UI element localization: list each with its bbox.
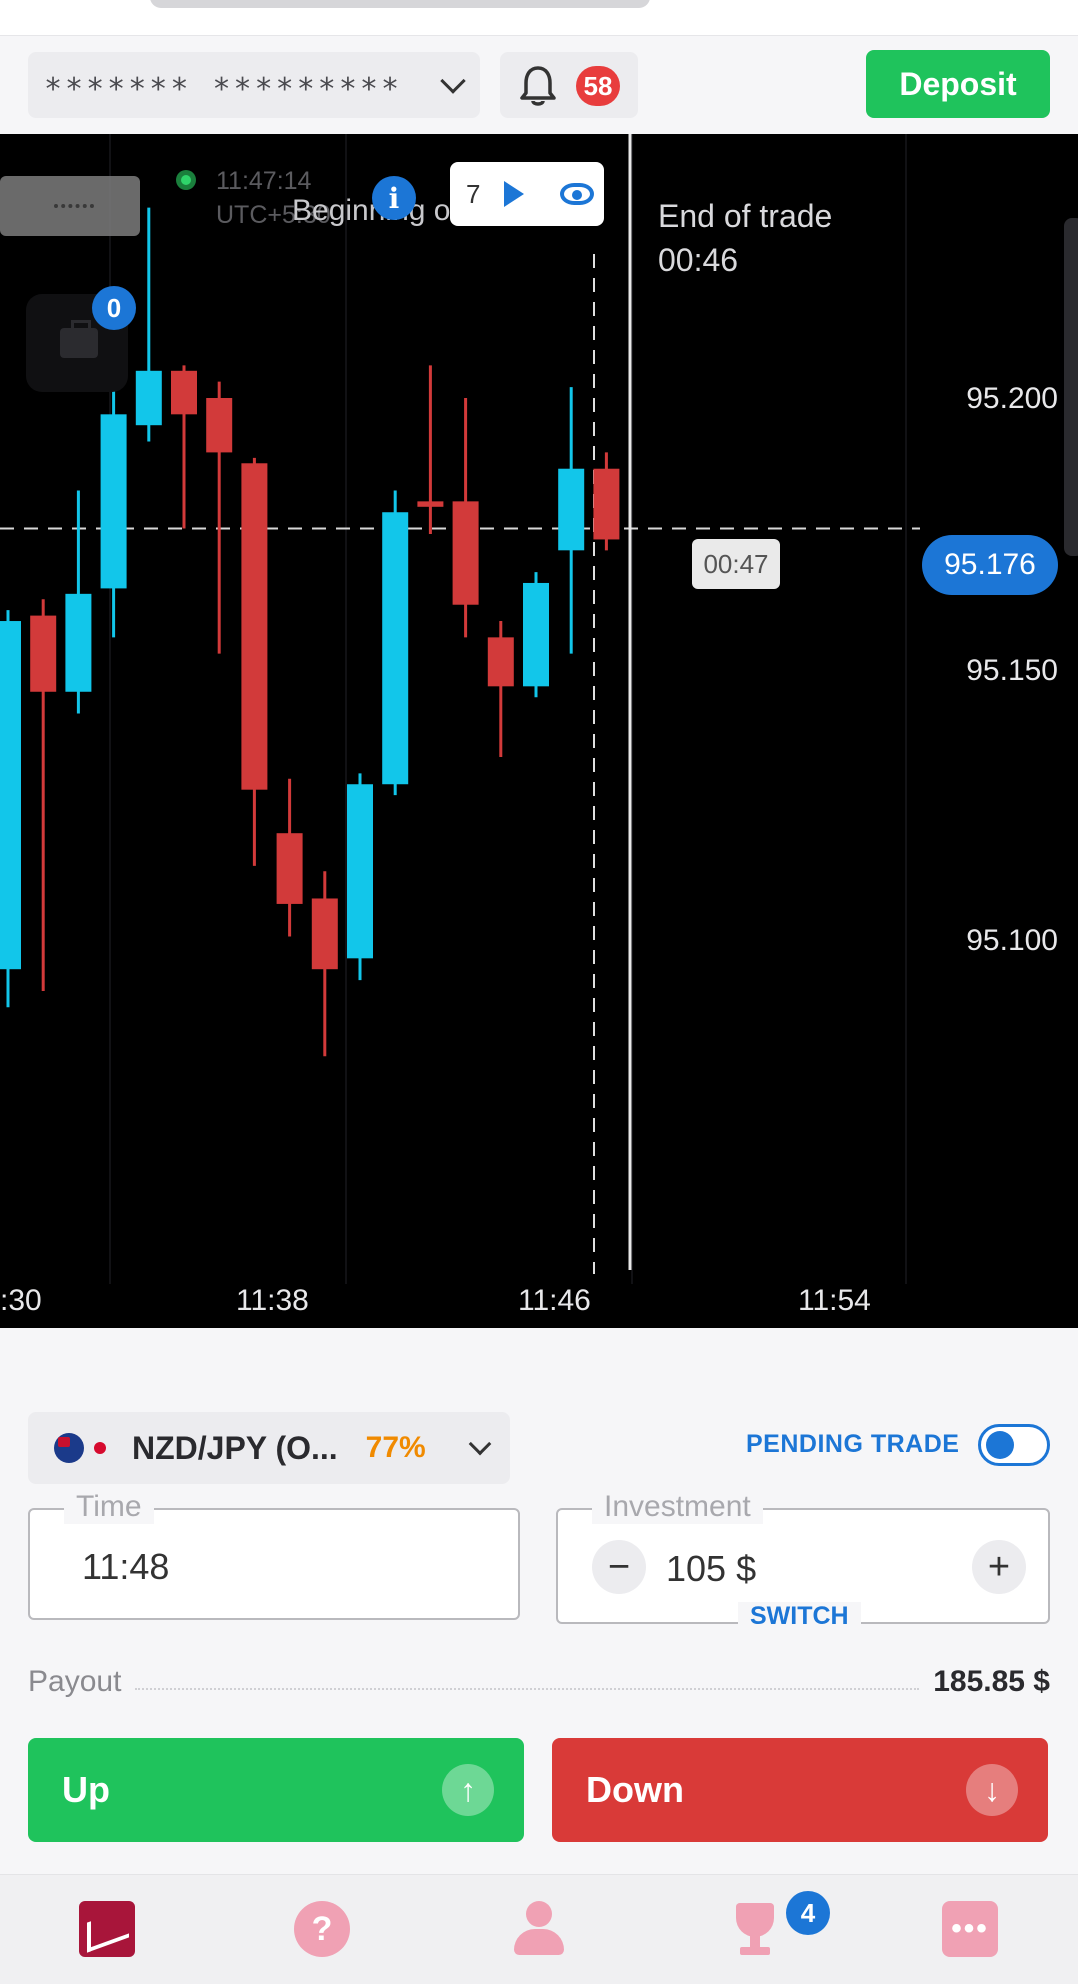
candle-body [347, 784, 373, 959]
decrease-investment-button[interactable]: − [592, 1540, 646, 1594]
info-icon[interactable]: i [372, 176, 416, 220]
notifications-button[interactable]: 58 [500, 52, 638, 118]
sheet-grabber[interactable] [150, 0, 650, 8]
investment-label: Investment [592, 1490, 763, 1524]
candle-body [417, 501, 444, 507]
candle-body [523, 582, 549, 687]
up-button[interactable]: Up ↑ [28, 1738, 524, 1842]
chevron-down-icon [468, 1432, 492, 1456]
increase-investment-button[interactable]: + [972, 1540, 1026, 1594]
end-of-trade-label: End of trade 00:46 [658, 194, 832, 282]
candle-body [30, 615, 57, 692]
arrow-up-icon: ↑ [442, 1764, 494, 1816]
time-label: Time [64, 1490, 154, 1524]
chevron-down-icon [440, 68, 466, 94]
top-header: ******* ********* 58 Deposit [0, 36, 1078, 134]
end-of-trade-countdown: 00:46 [658, 242, 739, 278]
end-of-trade-text: End of trade [658, 198, 833, 234]
investment-value: 105 $ [666, 1548, 757, 1589]
briefcase-icon [60, 320, 98, 358]
time-tick: 11:46 [518, 1284, 591, 1317]
nav-trophy-icon[interactable] [726, 1901, 782, 1957]
price-tick: 95.100 [966, 924, 1058, 957]
candle-body [558, 468, 585, 551]
live-status-dot [176, 170, 196, 190]
time-field[interactable]: Time 11:48 [28, 1490, 520, 1620]
price-tick: 95.150 [966, 654, 1058, 687]
asset-selector[interactable]: NZD/JPY (O... 77% [28, 1412, 510, 1484]
candle-body [487, 637, 514, 687]
pending-trade-toggle[interactable] [978, 1424, 1050, 1466]
trade-panel: NZD/JPY (O... 77% PENDING TRADE Time 11:… [0, 1328, 1078, 1868]
price-chart[interactable]: 11:47:14 UTC+5:30 Beginning of trade i 7… [0, 134, 1078, 1328]
account-masked-number: ******* ********* [44, 71, 403, 107]
chart-controls[interactable]: 7 [450, 162, 604, 226]
payout-divider [135, 1688, 920, 1690]
payout-row: Payout 185.85 $ [28, 1660, 1050, 1704]
time-tick: 11:38 [236, 1284, 309, 1317]
arrow-down-icon: ↓ [966, 1764, 1018, 1816]
play-icon[interactable] [504, 181, 524, 207]
pending-trade-label: PENDING TRADE [746, 1430, 960, 1458]
payout-value: 185.85 $ [933, 1665, 1050, 1698]
bottom-nav: ? 4 ••• [0, 1874, 1078, 1984]
nav-chart-icon[interactable] [79, 1901, 135, 1957]
time-tick: :30 [0, 1284, 42, 1317]
switch-button[interactable]: SWITCH [738, 1602, 861, 1631]
candle-body [135, 370, 162, 426]
trophy-badge: 4 [786, 1891, 830, 1935]
chart-side-handle[interactable] [1064, 218, 1078, 556]
candle-body [0, 621, 21, 970]
eye-icon[interactable] [560, 183, 594, 205]
time-value: 11:48 [82, 1546, 170, 1587]
clock-time: 11:47:14 [216, 167, 312, 195]
account-selector[interactable]: ******* ********* [28, 52, 480, 118]
nav-profile-icon[interactable] [510, 1901, 566, 1957]
deposit-button[interactable]: Deposit [866, 50, 1050, 118]
nav-help-icon[interactable]: ? [294, 1901, 350, 1957]
nz-flag-icon [54, 1433, 84, 1463]
up-label: Up [62, 1769, 110, 1810]
nav-more-icon[interactable]: ••• [942, 1901, 998, 1957]
down-label: Down [586, 1769, 684, 1810]
portfolio-badge: 0 [92, 286, 136, 330]
candle-body [65, 593, 92, 692]
candle-body [382, 512, 409, 785]
candlestick-chart [0, 134, 920, 1284]
candle-body [171, 370, 197, 415]
candle-body [276, 833, 303, 904]
down-button[interactable]: Down ↓ [552, 1738, 1048, 1842]
asset-name: NZD/JPY (O... [132, 1429, 338, 1466]
candle-body [311, 898, 338, 970]
bell-icon [520, 66, 556, 106]
notifications-badge: 58 [576, 66, 620, 106]
candle-body [241, 463, 268, 790]
controls-count: 7 [466, 178, 481, 209]
chart-menu-button[interactable] [0, 176, 140, 236]
payout-label: Payout [28, 1665, 122, 1698]
time-tick: 11:54 [798, 1284, 871, 1317]
investment-field[interactable]: Investment − 105 $ + SWITCH [556, 1490, 1050, 1631]
current-candle-countdown: 00:47 [692, 539, 780, 589]
status-strip [0, 0, 1078, 36]
candle-body [452, 501, 479, 605]
current-price-label: 95.176 [922, 535, 1058, 595]
price-tick: 95.200 [966, 382, 1058, 415]
candle-body [593, 468, 620, 540]
candle-body [100, 414, 127, 589]
asset-payout-percent: 77% [365, 1431, 426, 1464]
candle-body [206, 398, 233, 453]
jp-flag-icon [94, 1442, 106, 1454]
